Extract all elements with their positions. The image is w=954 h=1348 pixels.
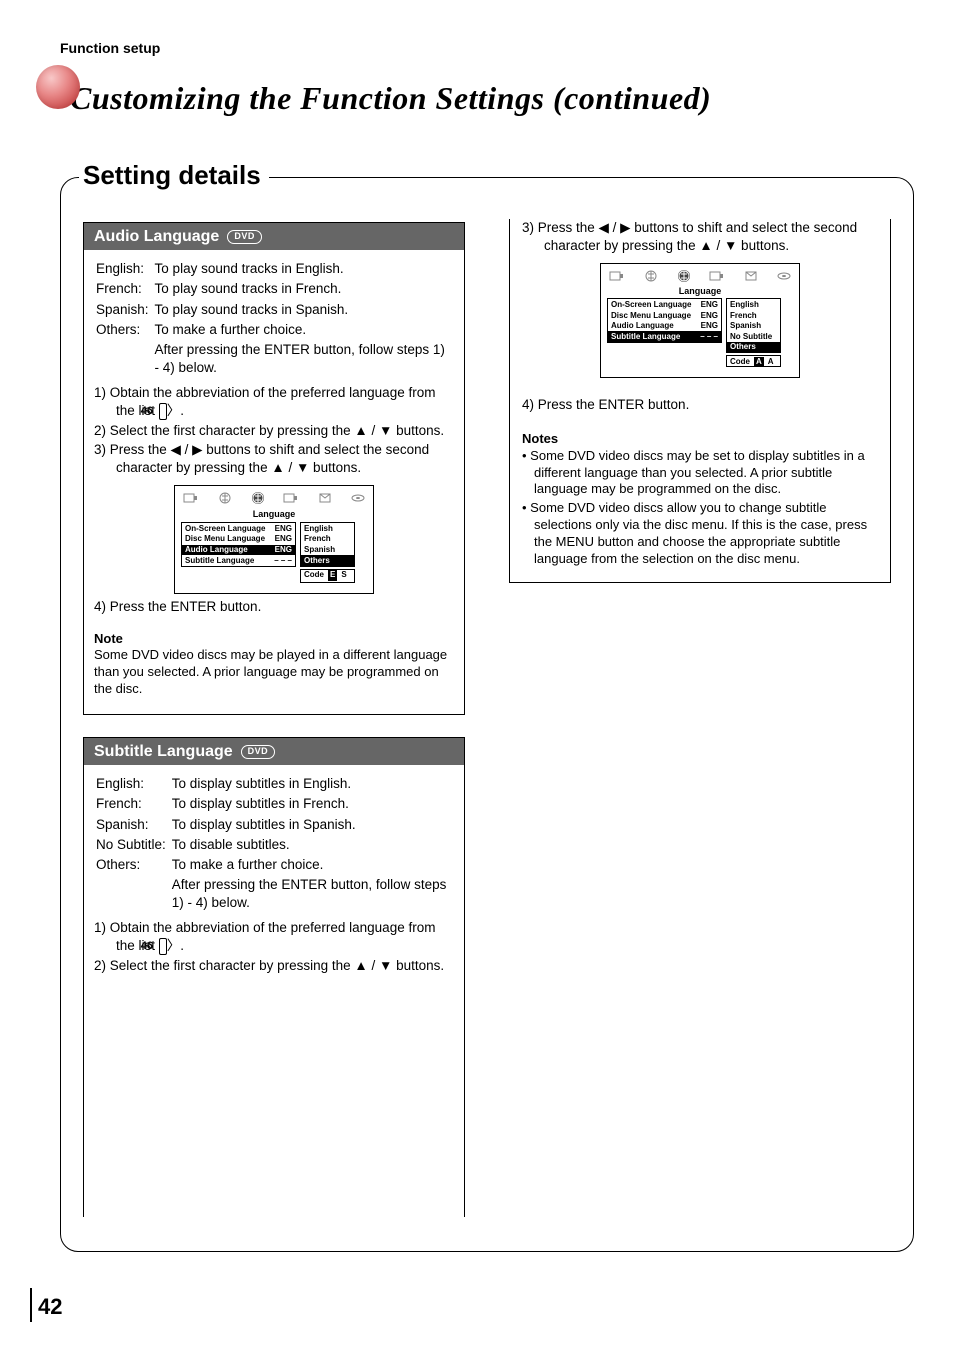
audio-language-box: Audio Language DVD English:To play sound… bbox=[83, 222, 465, 715]
tab-icon bbox=[744, 270, 758, 282]
table-row: French:To play sound tracks in French. bbox=[96, 280, 452, 298]
decorative-bullet bbox=[36, 65, 80, 109]
tab-icon bbox=[283, 492, 299, 504]
notes-list: • Some DVD video discs may be set to dis… bbox=[522, 448, 878, 568]
osd-screenshot-audio: Language On-Screen LanguageENG Disc Menu… bbox=[174, 485, 374, 593]
table-row: English:To play sound tracks in English. bbox=[96, 260, 452, 278]
table-row: No Subtitle:To disable subtitles. bbox=[96, 836, 452, 854]
subtitle-steps: 1) Obtain the abbreviation of the prefer… bbox=[94, 919, 454, 975]
list-item: 3) Press the ◀ / ▶ buttons to shift and … bbox=[94, 441, 454, 477]
table-row: After pressing the ENTER button, follow … bbox=[96, 876, 452, 912]
audio-step4: 4) Press the ENTER button. bbox=[94, 598, 454, 616]
audio-steps: 1) Obtain the abbreviation of the prefer… bbox=[94, 384, 454, 478]
list-item: 2) Select the first character by pressin… bbox=[94, 422, 454, 440]
tab-icon bbox=[777, 270, 791, 282]
notes-heading: Notes bbox=[522, 431, 878, 446]
osd-code-row: Code A A bbox=[726, 355, 781, 367]
list-item: 1) Obtain the abbreviation of the prefer… bbox=[94, 919, 454, 956]
tab-icon bbox=[318, 492, 332, 504]
table-row: Others:To make a further choice. bbox=[96, 856, 452, 874]
table-row: Spanish:To play sound tracks in Spanish. bbox=[96, 301, 452, 319]
note-heading: Note bbox=[94, 630, 454, 648]
list-item: • Some DVD video discs may be set to dis… bbox=[522, 448, 878, 499]
frame-heading: Setting details bbox=[79, 160, 269, 191]
subtitle-options-table: English:To display subtitles in English.… bbox=[94, 773, 454, 915]
table-row: English:To display subtitles in English. bbox=[96, 775, 452, 793]
tab-icon-selected bbox=[677, 270, 691, 282]
list-item: 1) Obtain the abbreviation of the prefer… bbox=[94, 384, 454, 421]
osd-right-panel: English French Spanish Others bbox=[300, 522, 355, 566]
subtitle-continued-box: 3) Press the ◀ / ▶ buttons to shift and … bbox=[509, 219, 891, 583]
subtitle-step3: 3) Press the ◀ / ▶ buttons to shift and … bbox=[522, 219, 878, 255]
osd-code-row: Code E S bbox=[300, 569, 355, 583]
audio-heading: Audio Language DVD bbox=[84, 223, 464, 250]
osd-title: Language bbox=[607, 286, 793, 296]
tab-icon bbox=[609, 270, 625, 282]
tab-icon bbox=[218, 492, 232, 504]
list-item: 4) Press the ENTER button. bbox=[522, 396, 878, 414]
subtitle-heading-text: Subtitle Language bbox=[94, 742, 233, 761]
osd-title: Language bbox=[181, 508, 367, 520]
osd-left-panel: On-Screen LanguageENG Disc Menu Language… bbox=[607, 298, 722, 342]
table-row: Spanish:To display subtitles in Spanish. bbox=[96, 816, 452, 834]
table-row: After pressing the ENTER button, follow … bbox=[96, 341, 452, 377]
page-ref-badge: 46 bbox=[159, 403, 167, 420]
page-ref-badge: 46 bbox=[159, 938, 167, 955]
osd-tab-icons bbox=[181, 492, 367, 508]
left-column: Audio Language DVD English:To play sound… bbox=[61, 188, 487, 1251]
tab-icon bbox=[351, 492, 365, 504]
audio-heading-text: Audio Language bbox=[94, 227, 219, 246]
osd-right-panel: English French Spanish No Subtitle Other… bbox=[726, 298, 781, 353]
tab-icon bbox=[644, 270, 658, 282]
right-column: 3) Press the ◀ / ▶ buttons to shift and … bbox=[487, 188, 913, 1251]
dvd-badge-icon: DVD bbox=[227, 230, 262, 244]
table-row: French:To display subtitles in French. bbox=[96, 795, 452, 813]
list-item: 2) Select the first character by pressin… bbox=[94, 957, 454, 975]
table-row: Others:To make a further choice. bbox=[96, 321, 452, 339]
osd-screenshot-subtitle: Language On-Screen LanguageENG Disc Menu… bbox=[600, 263, 800, 378]
tab-icon bbox=[709, 270, 725, 282]
subtitle-heading: Subtitle Language DVD bbox=[84, 738, 464, 765]
tab-icon bbox=[183, 492, 199, 504]
audio-options-table: English:To play sound tracks in English.… bbox=[94, 258, 454, 379]
note-text: Some DVD video discs may be played in a … bbox=[94, 647, 454, 698]
section-header: Function setup bbox=[60, 40, 914, 56]
osd-tab-icons bbox=[607, 270, 793, 286]
list-item: 3) Press the ◀ / ▶ buttons to shift and … bbox=[522, 219, 878, 255]
list-item: 4) Press the ENTER button. bbox=[94, 598, 454, 616]
page-title: Customizing the Function Settings (conti… bbox=[70, 80, 914, 117]
dvd-badge-icon: DVD bbox=[241, 745, 276, 759]
subtitle-language-box: Subtitle Language DVD English:To display… bbox=[83, 737, 465, 1217]
list-item: • Some DVD video discs allow you to chan… bbox=[522, 500, 878, 568]
osd-left-panel: On-Screen LanguageENG Disc Menu Language… bbox=[181, 522, 296, 566]
page-number: 42 bbox=[38, 1294, 62, 1320]
tab-icon-selected bbox=[251, 492, 265, 504]
subtitle-step4: 4) Press the ENTER button. bbox=[522, 396, 878, 414]
settings-frame: Setting details Audio Language DVD Engli… bbox=[60, 177, 914, 1252]
